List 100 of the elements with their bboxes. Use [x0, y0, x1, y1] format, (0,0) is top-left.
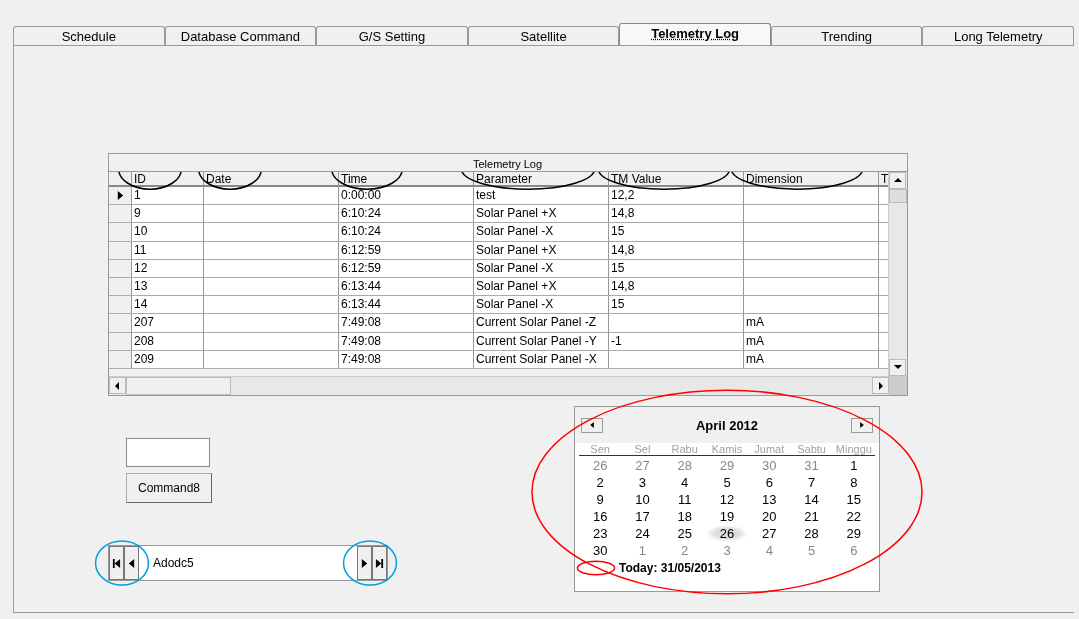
horizontal-scrollbar[interactable]	[109, 376, 907, 395]
calendar-day[interactable]: 16	[579, 508, 622, 525]
table-cell: Current Solar Panel -Z	[474, 314, 609, 332]
calendar-day[interactable]: 17	[621, 508, 664, 525]
table-cell: 14,8	[609, 277, 744, 296]
calendar-day[interactable]: 27	[748, 525, 791, 542]
table-cell: 12,2	[609, 187, 744, 205]
table-cell: 7:49:08	[339, 332, 474, 350]
calendar-day[interactable]: 26	[705, 525, 749, 542]
next-record-button[interactable]	[357, 546, 372, 580]
calendar-day[interactable]: 31	[790, 457, 833, 474]
today-label[interactable]: Today: 31/05/2013	[619, 561, 721, 575]
calendar-day[interactable]: 22	[832, 508, 875, 525]
table-cell: 207	[132, 314, 204, 332]
weekday-label: Jumat	[753, 443, 786, 455]
calendar-day[interactable]: 19	[705, 508, 749, 525]
calendar-day[interactable]: 6	[832, 542, 875, 559]
calendar-day[interactable]: 6	[748, 474, 791, 491]
calendar-day[interactable]: 3	[621, 474, 664, 491]
table-cell: -1	[609, 332, 744, 350]
table-cell: 6:10:24	[339, 223, 474, 241]
table-cell: 6:12:59	[339, 241, 474, 259]
previous-record-button[interactable]	[124, 546, 139, 580]
calendar-day[interactable]: 25	[663, 525, 706, 542]
tab[interactable]: Telemetry Log	[619, 23, 771, 45]
table-cell: Current Solar Panel -X	[474, 350, 609, 368]
calendar-day[interactable]: 24	[621, 525, 664, 542]
calendar-day[interactable]: 7	[790, 474, 833, 491]
table-cell: 9	[132, 205, 204, 223]
scroll-right-icon[interactable]	[872, 377, 889, 394]
tab[interactable]: Database Command	[164, 26, 317, 45]
table-cell: 14	[132, 296, 204, 314]
calendar-day[interactable]: 13	[748, 491, 791, 508]
calendar-day[interactable]: 5	[790, 542, 833, 559]
weekday-label: Rabu	[670, 443, 699, 455]
calendar-day[interactable]: 14	[790, 491, 833, 508]
calendar-day[interactable]: 26	[579, 457, 622, 474]
calendar-day[interactable]: 21	[790, 508, 833, 525]
tab[interactable]: Satellite	[467, 26, 620, 45]
scroll-thumb[interactable]	[889, 189, 907, 203]
input-field[interactable]	[126, 438, 210, 467]
calendar-day[interactable]: 15	[832, 491, 875, 508]
table-cell: 14,8	[609, 205, 744, 223]
row-selector[interactable]	[109, 187, 132, 205]
last-record-icon	[375, 557, 384, 569]
scroll-down-icon[interactable]	[889, 359, 906, 376]
previous-month-button[interactable]	[581, 417, 603, 433]
navigator-caption: Adodc5	[152, 556, 195, 570]
calendar-day[interactable]: 2	[579, 474, 622, 491]
table-cell: 15	[609, 296, 744, 314]
calendar-day[interactable]: 12	[705, 491, 749, 508]
tab[interactable]: Long Telemetry	[922, 26, 1075, 45]
tab[interactable]: Schedule	[13, 26, 165, 45]
table-cell: 14,8	[609, 241, 744, 259]
tab[interactable]: G/S Setting	[316, 26, 468, 45]
scroll-up-icon[interactable]	[889, 172, 906, 189]
tab[interactable]: Trending	[770, 26, 923, 45]
table-cell: 0:00:00	[339, 187, 474, 205]
calendar-day[interactable]: 8	[832, 474, 875, 491]
column-header[interactable]: ID	[134, 172, 146, 187]
calendar-day[interactable]: 18	[663, 508, 706, 525]
calendar-day[interactable]: 30	[748, 457, 791, 474]
calendar-day[interactable]: 29	[705, 457, 749, 474]
table-cell: 15	[609, 223, 744, 241]
calendar-day[interactable]: 23	[579, 525, 622, 542]
table-cell: 6:13:44	[339, 277, 474, 296]
calendar-day[interactable]: 9	[579, 491, 622, 508]
weekday-label: Kamis	[710, 443, 744, 455]
table-cell: 10	[132, 223, 204, 241]
next-month-button[interactable]	[851, 417, 873, 433]
scroll-thumb[interactable]	[126, 377, 231, 395]
calendar-day[interactable]: 20	[748, 508, 791, 525]
calendar-day[interactable]: 28	[790, 525, 833, 542]
scroll-left-icon[interactable]	[109, 377, 126, 394]
calendar-day[interactable]: 10	[621, 491, 664, 508]
column-header[interactable]: T	[881, 172, 888, 187]
calendar-day[interactable]: 1	[621, 542, 664, 559]
calendar-day[interactable]: 2	[663, 542, 706, 559]
calendar-day[interactable]: 4	[748, 542, 791, 559]
calendar-day[interactable]: 3	[705, 542, 749, 559]
calendar-day[interactable]: 5	[705, 474, 749, 491]
table-cell: 6:12:59	[339, 259, 474, 277]
table-cell: 208	[132, 332, 204, 350]
calendar-day[interactable]: 28	[663, 457, 706, 474]
calendar-day[interactable]: 29	[832, 525, 875, 542]
table-cell: 11	[132, 241, 204, 259]
calendar-day[interactable]: 4	[663, 474, 706, 491]
next-icon	[859, 421, 865, 429]
last-record-button[interactable]	[372, 546, 387, 580]
vertical-scrollbar[interactable]	[888, 172, 907, 376]
command-button[interactable]: Command8	[126, 473, 212, 503]
table-cell: Solar Panel -X	[474, 259, 609, 277]
table-cell: 12	[132, 259, 204, 277]
first-record-button[interactable]	[109, 546, 124, 580]
calendar-day[interactable]: 1	[832, 457, 875, 474]
calendar-day[interactable]: 11	[663, 491, 706, 508]
calendar-day[interactable]: 30	[579, 542, 622, 559]
table-cell: 6:10:24	[339, 205, 474, 223]
table-cell: Current Solar Panel -Y	[474, 332, 609, 350]
calendar-day[interactable]: 27	[621, 457, 664, 474]
